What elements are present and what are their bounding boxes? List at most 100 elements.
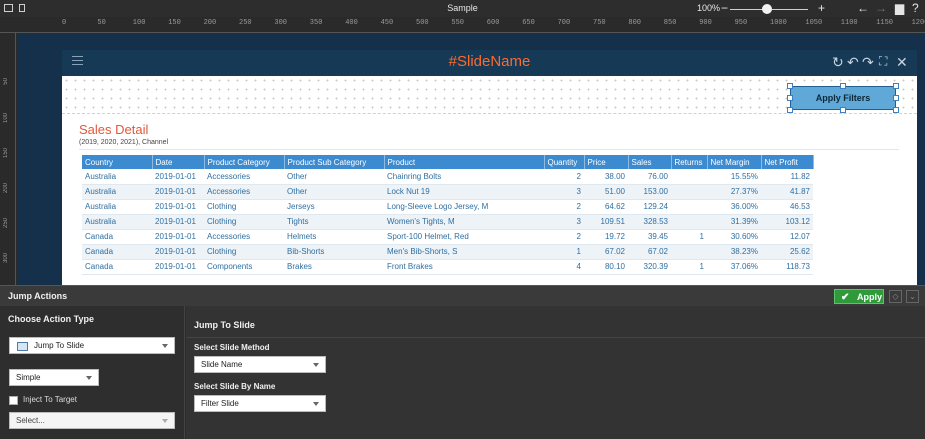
table-cell: Helmets <box>284 229 384 245</box>
table-cell: Other <box>284 184 384 200</box>
undo-icon[interactable]: ↶ <box>847 54 859 71</box>
resize-handle[interactable] <box>840 107 846 113</box>
slide-method-label: Select Slide Method <box>194 343 270 352</box>
close-icon[interactable]: ✕ <box>896 54 908 71</box>
ruler-tick-label: 750 <box>593 19 606 27</box>
ruler-tick-label: 600 <box>486 19 500 27</box>
table-cell <box>671 169 707 185</box>
sales-table: Country Date Product Category Product Sub C… <box>82 155 814 275</box>
table-cell: Australia <box>82 214 152 230</box>
jump-actions-header: Jump Actions ✔ Apply ◇ ⌄ <box>0 285 925 306</box>
table-row[interactable]: Australia 2019-01-01 Clothing Tights Women's… <box>82 214 813 230</box>
ruler-tick-label: 150 <box>3 148 9 159</box>
ruler-tick-label: 200 <box>203 19 217 27</box>
table-header-row: Country Date Product Category Product Sub C… <box>82 155 814 169</box>
table-row[interactable]: Australia 2019-01-01 Clothing Jerseys Long-S… <box>82 199 813 215</box>
resize-handle[interactable] <box>787 107 793 113</box>
action-type-panel: Choose Action Type Jump To Slide Simple … <box>0 306 185 439</box>
ruler-tick-label: 950 <box>734 19 748 27</box>
table-cell: 1 <box>671 259 707 275</box>
mode-select[interactable]: Simple <box>9 369 99 386</box>
column-header[interactable]: Net Profit <box>761 155 814 169</box>
chevron-down-icon <box>313 363 319 367</box>
resize-handle[interactable] <box>893 95 899 101</box>
chevron-down-icon <box>162 344 168 348</box>
action-type-select[interactable]: Jump To Slide <box>9 337 175 354</box>
column-header[interactable]: Price <box>584 155 629 169</box>
ruler-tick-label: 1200 <box>911 19 925 27</box>
column-header[interactable]: Date <box>152 155 205 169</box>
forward-arrow-icon[interactable]: → <box>875 1 887 15</box>
resize-handle[interactable] <box>787 95 793 101</box>
slide-body: Apply Filters Sales Detail (2019, 2020, … <box>62 76 917 285</box>
ruler-tick-label: 1100 <box>840 19 858 27</box>
table-cell: 46.53 <box>761 199 813 215</box>
save-icon[interactable]: ▆ <box>895 1 904 15</box>
table-cell: Accessories <box>204 169 284 185</box>
table-row[interactable]: Canada 2019-01-01 Components Brakes Front Br… <box>82 259 813 275</box>
slide-method-select[interactable]: Slide Name <box>194 356 326 373</box>
table-cell: 153.00 <box>628 184 671 200</box>
ruler-tick-label: 1000 <box>770 19 787 27</box>
table-cell: 2 <box>544 169 584 185</box>
apply-button[interactable]: ✔ Apply <box>834 289 884 304</box>
column-header[interactable]: Net Margin <box>707 155 762 169</box>
table-row[interactable]: Canada 2019-01-01 Accessories Helmets Sport-… <box>82 229 813 245</box>
table-cell: Canada <box>82 244 152 260</box>
inject-to-target-checkbox[interactable] <box>9 396 18 405</box>
target-select[interactable]: Select... <box>9 412 175 429</box>
table-cell: Clothing <box>204 214 284 230</box>
ruler-tick-label: 800 <box>628 19 641 27</box>
column-header[interactable]: Quantity <box>544 155 585 169</box>
ruler-tick-label: 900 <box>699 19 712 27</box>
resize-handle[interactable] <box>893 107 899 113</box>
table-cell: 129.24 <box>628 199 671 215</box>
table-cell: Clothing <box>204 244 284 260</box>
table-row[interactable]: Canada 2019-01-01 Clothing Bib-Shorts Men's … <box>82 244 813 260</box>
column-header[interactable]: Country <box>82 155 153 169</box>
table-cell: Jerseys <box>284 199 384 215</box>
ruler-tick-label: 700 <box>557 19 571 27</box>
table-cell: 67.02 <box>584 244 628 260</box>
slide-by-name-label: Select Slide By Name <box>194 382 276 391</box>
vertical-ruler: 50 100 150 200 250 300 <box>0 33 16 285</box>
refresh-icon[interactable]: ↻ <box>832 54 844 71</box>
table-cell: 38.00 <box>584 169 628 185</box>
table-row[interactable]: Australia 2019-01-01 Accessories Other Chain… <box>82 169 813 185</box>
column-header[interactable]: Product Sub Category <box>284 155 385 169</box>
resize-handle[interactable] <box>840 83 846 89</box>
ruler-tick-label: 650 <box>522 19 535 27</box>
action-type-value: Jump To Slide <box>34 341 85 350</box>
table-cell: Women's Tights, M <box>384 214 544 230</box>
table-cell: 64.62 <box>584 199 628 215</box>
zoom-out-icon[interactable]: − <box>721 1 728 15</box>
zoom-level: 100% <box>697 3 721 13</box>
jump-actions-title: Jump Actions <box>8 291 68 301</box>
ruler-tick-label: 250 <box>3 218 9 229</box>
chevron-down-icon <box>162 419 168 423</box>
ruler-tick-label: 100 <box>132 19 146 27</box>
title-bar: Sample 100% − + ← → ▆ ? <box>0 0 925 17</box>
redo-icon[interactable]: ↷ <box>862 54 874 71</box>
back-arrow-icon[interactable]: ← <box>857 1 869 15</box>
chevron-down-icon[interactable]: ⌄ <box>906 290 919 303</box>
fullscreen-icon[interactable]: ⛶ <box>879 54 887 69</box>
table-cell: 36.00% <box>707 199 761 215</box>
zoom-slider-handle[interactable] <box>762 4 772 14</box>
diamond-icon[interactable]: ◇ <box>889 290 902 303</box>
table-cell <box>671 214 707 230</box>
resize-handle[interactable] <box>787 83 793 89</box>
resize-handle[interactable] <box>893 83 899 89</box>
slide-by-name-select[interactable]: Filter Slide <box>194 395 326 412</box>
column-header[interactable]: Returns <box>671 155 708 169</box>
help-icon[interactable]: ? <box>912 1 919 15</box>
zoom-in-icon[interactable]: + <box>818 1 825 15</box>
table-cell: Tights <box>284 214 384 230</box>
column-header[interactable]: Sales <box>628 155 672 169</box>
column-header[interactable]: Product <box>384 155 545 169</box>
table-cell: 2 <box>544 199 584 215</box>
table-cell: Accessories <box>204 229 284 245</box>
table-row[interactable]: Australia 2019-01-01 Accessories Other Lock … <box>82 184 813 200</box>
column-header[interactable]: Product Category <box>204 155 285 169</box>
table-cell: Canada <box>82 259 152 275</box>
